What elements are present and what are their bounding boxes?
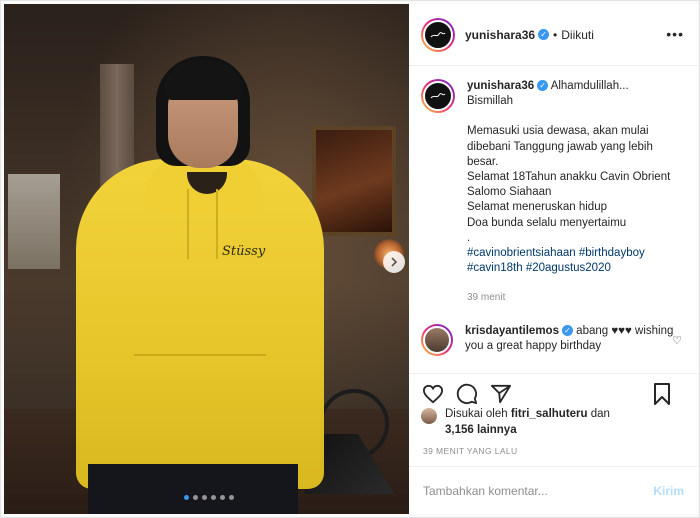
carousel-dots bbox=[184, 495, 234, 500]
save-button[interactable] bbox=[650, 382, 674, 406]
person-pants bbox=[88, 464, 298, 514]
liker-avatar[interactable] bbox=[421, 408, 437, 424]
share-button[interactable] bbox=[489, 382, 513, 406]
follow-status-button[interactable]: Diikuti bbox=[561, 28, 594, 42]
like-button[interactable] bbox=[421, 382, 445, 406]
comments-section[interactable]: yunishara36 ✓ Alhamdulillah... Bismillah … bbox=[409, 67, 698, 372]
comment-icon bbox=[456, 383, 478, 404]
liker-username[interactable]: fitri_salhuteru bbox=[511, 408, 588, 420]
carousel-dot bbox=[193, 495, 198, 500]
commenter-username[interactable]: krisdayantilemos bbox=[465, 325, 559, 337]
more-horizontal-icon[interactable]: ••• bbox=[666, 26, 684, 42]
likes-count[interactable]: 3,156 lainnya bbox=[445, 424, 517, 436]
header-separator: • bbox=[553, 27, 558, 42]
caption-line-1: Alhamdulillah... bbox=[550, 80, 629, 92]
post-timestamp: 39 MENIT YANG LALU bbox=[423, 446, 518, 456]
comment-input[interactable] bbox=[423, 483, 654, 498]
caption-line-6: . bbox=[467, 231, 471, 244]
comment-button[interactable] bbox=[455, 382, 479, 406]
commenter-avatar[interactable] bbox=[421, 323, 453, 356]
heart-icon bbox=[422, 384, 444, 403]
carousel-dot bbox=[220, 495, 225, 500]
hoodie-string-right bbox=[216, 189, 218, 259]
post-sidebar: yunishara36 ✓ • Diikuti ••• yunishara36 ✓… bbox=[409, 4, 698, 514]
signature-icon bbox=[423, 19, 453, 50]
likes-summary: Disukai oleh fitri_salhuteru dan 3,156 l… bbox=[421, 406, 691, 438]
likes-prefix: Disukai oleh bbox=[445, 408, 508, 420]
caption-line-2: Bismillah bbox=[467, 95, 514, 108]
carousel-dot bbox=[211, 495, 216, 500]
author-username[interactable]: yunishara36 bbox=[465, 28, 535, 42]
caption-avatar[interactable] bbox=[421, 79, 455, 113]
background-window bbox=[8, 174, 60, 269]
caption-body: yunishara36 ✓ Alhamdulillah... Bismillah … bbox=[467, 79, 677, 306]
post-photo[interactable]: Stüssy bbox=[4, 4, 409, 514]
caption-line-3: Selamat 18Tahun anakku Cavin Obrient Sal… bbox=[467, 171, 671, 199]
caption-line-4: Selamat meneruskan hidup bbox=[467, 201, 607, 214]
hoodie-logo: Stüssy bbox=[222, 244, 266, 259]
post-header: yunishara36 ✓ • Diikuti ••• bbox=[409, 4, 698, 66]
signature-icon bbox=[423, 81, 453, 111]
carousel-dot bbox=[184, 495, 189, 500]
paper-plane-icon bbox=[490, 384, 511, 403]
chevron-right-icon bbox=[391, 257, 398, 267]
caption-username[interactable]: yunishara36 bbox=[467, 80, 534, 92]
add-comment-bar: Kirim bbox=[409, 466, 698, 514]
verified-badge-icon: ✓ bbox=[537, 80, 549, 91]
hoodie-pocket bbox=[134, 354, 266, 416]
comment-like-icon[interactable]: ♡ bbox=[672, 334, 682, 347]
likes-mid: dan bbox=[590, 408, 610, 420]
carousel-dot bbox=[202, 495, 207, 500]
instagram-post-window: Stüssy yunishara36 ✓ • Diikuti ••• yunis… bbox=[0, 0, 700, 518]
comment-item: krisdayantilemos ✓ abang ♥♥♥ wishing you … bbox=[421, 323, 686, 356]
caption-hashtags[interactable]: #cavinobrientsiahaan #birthdayboy #cavin… bbox=[467, 246, 677, 276]
carousel-dot bbox=[229, 495, 234, 500]
post-comment-button[interactable]: Kirim bbox=[653, 484, 684, 498]
caption-line-5: Doa bunda selalu menyertaimu bbox=[467, 216, 627, 229]
bookmark-icon bbox=[654, 383, 670, 405]
likes-text: Disukai oleh fitri_salhuteru dan 3,156 l… bbox=[445, 406, 610, 438]
next-slide-button[interactable] bbox=[383, 251, 405, 273]
background-painting bbox=[312, 126, 396, 236]
caption-time: 39 menit bbox=[467, 292, 506, 304]
caption-paragraph: Memasuki usia dewasa, akan mulai dibeban… bbox=[467, 125, 653, 168]
verified-badge-icon: ✓ bbox=[538, 29, 550, 40]
comment-body: krisdayantilemos ✓ abang ♥♥♥ wishing you … bbox=[465, 324, 675, 356]
caption: yunishara36 ✓ Alhamdulillah... Bismillah … bbox=[421, 79, 686, 306]
verified-badge-icon: ✓ bbox=[561, 324, 573, 336]
hoodie-string-left bbox=[187, 189, 189, 259]
author-avatar[interactable] bbox=[421, 17, 455, 52]
